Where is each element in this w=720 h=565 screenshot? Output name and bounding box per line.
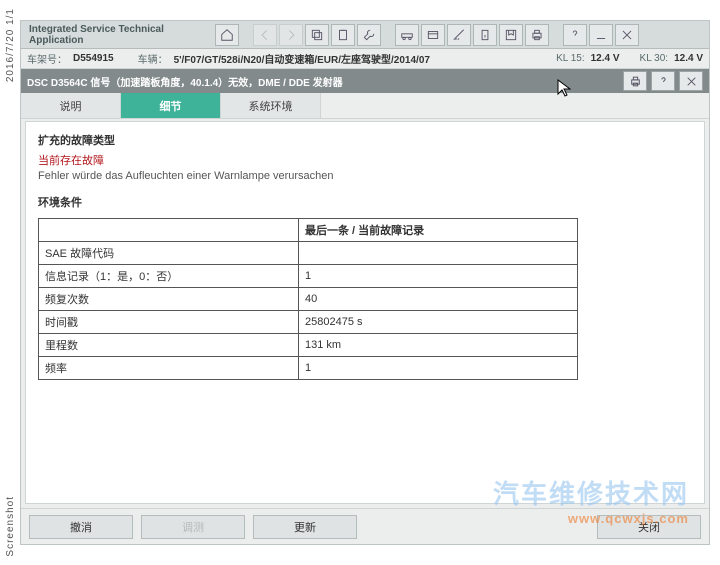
home-button[interactable] (215, 24, 239, 46)
left-rail: 2016/7/20 1/1 Screenshot (0, 0, 20, 565)
table-row: 里程数131 km (39, 334, 578, 357)
kl30-value: 12.4 V (674, 53, 703, 64)
tab-details[interactable]: 细节 (121, 93, 221, 118)
vehicle-button[interactable] (395, 24, 419, 46)
test-button[interactable]: 调测 (141, 515, 245, 539)
back-button[interactable] (253, 24, 277, 46)
ticket-button[interactable] (421, 24, 445, 46)
panel-close-button[interactable] (679, 71, 703, 91)
clipboard-button[interactable] (331, 24, 355, 46)
table-header-empty (39, 219, 299, 242)
cascade-button[interactable] (305, 24, 329, 46)
main-toolbar (215, 24, 705, 46)
close-button[interactable]: 关闭 (597, 515, 701, 539)
table-header-row: 最后一条 / 当前故障记录 (39, 219, 578, 242)
table-row: 频复次数40 (39, 288, 578, 311)
table-row: 时间戳25802475 s (39, 311, 578, 334)
table-row: 频率1 (39, 357, 578, 380)
vehicle-info-bar: 车架号： D554915 车辆： 5'/F07/GT/528i/N20/自动变速… (21, 49, 709, 69)
measure-button[interactable] (447, 24, 471, 46)
print-button[interactable] (525, 24, 549, 46)
table-row: 信息记录（1：是，0：否）1 (39, 265, 578, 288)
app-bar: Integrated Service Technical Application (21, 21, 709, 49)
app-window: Integrated Service Technical Application… (20, 20, 710, 545)
app-title: Integrated Service Technical Application (25, 24, 215, 46)
fault-present-line: 当前存在故障 (38, 152, 692, 168)
panel-help-button[interactable] (651, 71, 675, 91)
kl15-label: KL 15: (556, 53, 585, 64)
close-app-button[interactable] (615, 24, 639, 46)
content-panel: 扩充的故障类型 当前存在故障 Fehler würde das Aufleuch… (25, 121, 705, 504)
vehicle-label: 车辆： (138, 51, 168, 66)
fault-warn-line: Fehler würde das Aufleuchten einer Warnl… (38, 170, 692, 182)
fault-header-text: DSC D3564C 信号（加速踏板角度，40.1.4）无效，DME / DDE… (27, 74, 343, 89)
tools-button[interactable] (357, 24, 381, 46)
page-indicator: 2016/7/20 1/1 (5, 8, 16, 82)
kl30-label: KL 30: (640, 53, 669, 64)
fault-type-title: 扩充的故障类型 (38, 132, 692, 148)
kl15-value: 12.4 V (591, 53, 620, 64)
forward-button[interactable] (279, 24, 303, 46)
print-panel-button[interactable] (623, 71, 647, 91)
tab-system-env[interactable]: 系统环境 (221, 93, 321, 118)
vehicle-value: 5'/F07/GT/528i/N20/自动变速箱/EUR/左座驾驶型/2014/… (174, 51, 430, 66)
env-table: 最后一条 / 当前故障记录 SAE 故障代码 信息记录（1：是，0：否）1 频复… (38, 218, 578, 380)
tabs-row: 说明 细节 系统环境 (21, 93, 709, 119)
chassis-value: D554915 (73, 53, 114, 64)
chassis-label: 车架号： (27, 51, 67, 66)
table-header-last: 最后一条 / 当前故障记录 (299, 219, 578, 242)
update-button[interactable]: 更新 (253, 515, 357, 539)
tab-description[interactable]: 说明 (21, 93, 121, 118)
bookmark-button[interactable] (499, 24, 523, 46)
fault-header-bar: DSC D3564C 信号（加速踏板角度，40.1.4）无效，DME / DDE… (21, 69, 709, 93)
help-button[interactable] (563, 24, 587, 46)
screenshot-label: Screenshot (5, 496, 16, 557)
info-button[interactable] (473, 24, 497, 46)
minimize-button[interactable] (589, 24, 613, 46)
table-row: SAE 故障代码 (39, 242, 578, 265)
footer-bar: 撤消 调测 更新 关闭 (21, 508, 709, 544)
undo-button[interactable]: 撤消 (29, 515, 133, 539)
env-title: 环境条件 (38, 194, 692, 210)
